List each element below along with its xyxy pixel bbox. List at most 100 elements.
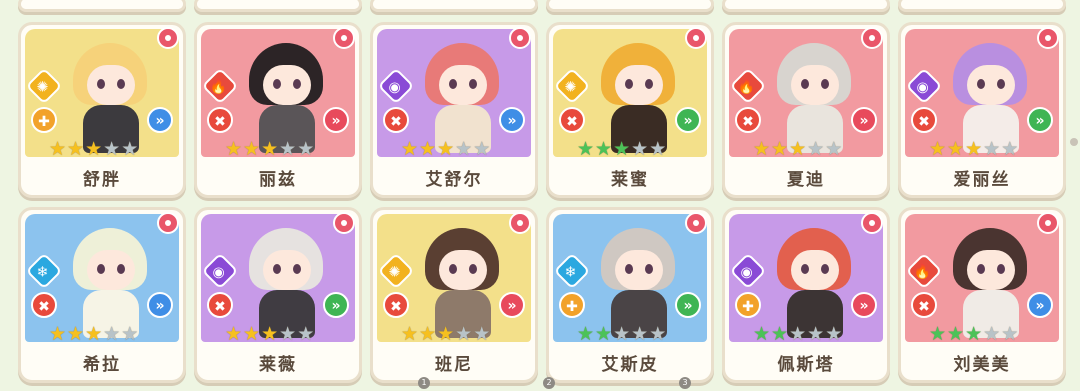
favorite-flower-icon[interactable] <box>1037 27 1059 49</box>
star-icon: ★ <box>103 138 121 160</box>
star-icon: ★ <box>419 138 437 160</box>
favorite-flower-icon[interactable] <box>509 212 531 234</box>
star-icon: ★ <box>771 323 789 345</box>
favorite-flower-icon[interactable] <box>509 27 531 49</box>
eye-left <box>977 79 985 89</box>
star-icon: ★ <box>225 138 243 160</box>
star-icon: ★ <box>401 138 419 160</box>
role-attack-icon: ✖ <box>911 107 937 133</box>
scroll-indicator <box>1070 138 1078 146</box>
character-card-partial[interactable] <box>722 0 890 12</box>
favorite-flower-icon[interactable] <box>1037 212 1059 234</box>
star-icon: ★ <box>983 138 1001 160</box>
page-dot-3[interactable]: 3 <box>679 377 691 389</box>
chevron-right-icon[interactable]: » <box>675 292 701 318</box>
character-card-partial[interactable] <box>18 0 186 12</box>
character-name: 艾舒尔 <box>425 170 483 190</box>
character-name: 班尼 <box>435 355 473 375</box>
character-figure <box>593 224 683 338</box>
character-card[interactable]: ❄ ✖ » ★ ★ ★ ★ ★ 希拉 <box>18 207 186 383</box>
star-icon: ★ <box>807 138 825 160</box>
favorite-flower-icon[interactable] <box>333 27 355 49</box>
star-rating: ★ ★ ★ ★ ★ <box>753 324 842 344</box>
character-card[interactable]: ◉ ✖ » ★ ★ ★ ★ ★ 爱丽丝 <box>898 22 1066 198</box>
chevron-right-icon[interactable]: » <box>1027 107 1053 133</box>
star-icon: ★ <box>49 138 67 160</box>
character-card-partial[interactable] <box>546 0 714 12</box>
eye-right <box>645 79 653 89</box>
chevron-right-icon[interactable]: » <box>675 107 701 133</box>
character-card-partial[interactable] <box>898 0 1066 12</box>
character-name: 莱薇 <box>259 355 297 375</box>
element-glyph: ◉ <box>212 264 225 281</box>
character-card[interactable]: 🔥 ✖ » ★ ★ ★ ★ ★ 刘美美 <box>898 207 1066 383</box>
star-icon: ★ <box>261 138 279 160</box>
character-name: 爱丽丝 <box>953 170 1011 190</box>
star-icon: ★ <box>297 138 315 160</box>
chevron-right-icon[interactable]: » <box>323 292 349 318</box>
chevron-right-icon[interactable]: » <box>499 107 525 133</box>
character-figure <box>945 39 1035 153</box>
eye-right <box>645 264 653 274</box>
star-icon: ★ <box>631 138 649 160</box>
star-rating: ★ ★ ★ ★ ★ <box>577 139 666 159</box>
eye-left <box>625 264 633 274</box>
chevron-right-icon[interactable]: » <box>851 292 877 318</box>
chevron-right-icon[interactable]: » <box>147 107 173 133</box>
character-card[interactable]: 🔥 ✖ » ★ ★ ★ ★ ★ 丽兹 <box>194 22 362 198</box>
page-dot-2[interactable]: 2 <box>543 377 555 389</box>
character-card[interactable]: ◉ ✖ » ★ ★ ★ ★ ★ 艾舒尔 <box>370 22 538 198</box>
star-rating: ★ ★ ★ ★ ★ <box>401 139 490 159</box>
character-card[interactable]: ◉ ✚ » ★ ★ ★ ★ ★ 佩斯塔 <box>722 207 890 383</box>
star-icon: ★ <box>121 138 139 160</box>
character-face <box>87 65 135 105</box>
page-dot-1[interactable]: 1 <box>418 377 430 389</box>
star-rating: ★ ★ ★ ★ ★ <box>929 139 1018 159</box>
star-icon: ★ <box>1001 138 1019 160</box>
chevron-right-icon[interactable]: » <box>499 292 525 318</box>
favorite-flower-icon[interactable] <box>861 212 883 234</box>
star-icon: ★ <box>455 323 473 345</box>
star-icon: ★ <box>631 323 649 345</box>
character-card[interactable]: ✺ ✚ » ★ ★ ★ ★ ★ 舒胖 <box>18 22 186 198</box>
eye-right <box>469 79 477 89</box>
star-icon: ★ <box>649 323 667 345</box>
star-icon: ★ <box>789 323 807 345</box>
chevron-right-icon[interactable]: » <box>323 107 349 133</box>
chevron-right-icon[interactable]: » <box>1027 292 1053 318</box>
role-support-icon: ✚ <box>559 292 585 318</box>
role-attack-icon: ✖ <box>735 107 761 133</box>
star-icon: ★ <box>595 323 613 345</box>
favorite-flower-icon[interactable] <box>333 212 355 234</box>
star-icon: ★ <box>297 323 315 345</box>
character-face <box>967 65 1015 105</box>
character-card[interactable]: ❄ ✚ » ★ ★ ★ ★ ★ 艾斯皮 <box>546 207 714 383</box>
character-card-partial[interactable] <box>370 0 538 12</box>
star-rating: ★ ★ ★ ★ ★ <box>401 324 490 344</box>
star-icon: ★ <box>753 138 771 160</box>
star-icon: ★ <box>807 323 825 345</box>
character-card[interactable]: ◉ ✖ » ★ ★ ★ ★ ★ 莱薇 <box>194 207 362 383</box>
star-icon: ★ <box>965 138 983 160</box>
favorite-flower-icon[interactable] <box>685 212 707 234</box>
chevron-right-icon[interactable]: » <box>851 107 877 133</box>
character-figure <box>241 224 331 338</box>
star-icon: ★ <box>225 323 243 345</box>
role-attack-icon: ✖ <box>559 107 585 133</box>
favorite-flower-icon[interactable] <box>157 27 179 49</box>
character-card[interactable]: ✺ ✖ » ★ ★ ★ ★ ★ 班尼 <box>370 207 538 383</box>
star-icon: ★ <box>929 323 947 345</box>
star-icon: ★ <box>983 323 1001 345</box>
character-card[interactable]: 🔥 ✖ » ★ ★ ★ ★ ★ 夏迪 <box>722 22 890 198</box>
favorite-flower-icon[interactable] <box>685 27 707 49</box>
chevron-right-icon[interactable]: » <box>147 292 173 318</box>
character-card[interactable]: ✺ ✖ » ★ ★ ★ ★ ★ 莱蜜 <box>546 22 714 198</box>
favorite-flower-icon[interactable] <box>157 212 179 234</box>
favorite-flower-icon[interactable] <box>861 27 883 49</box>
character-card-partial[interactable] <box>194 0 362 12</box>
eye-left <box>97 79 105 89</box>
character-figure <box>769 39 859 153</box>
card-name-strip <box>373 0 535 9</box>
eye-left <box>273 264 281 274</box>
star-icon: ★ <box>577 138 595 160</box>
